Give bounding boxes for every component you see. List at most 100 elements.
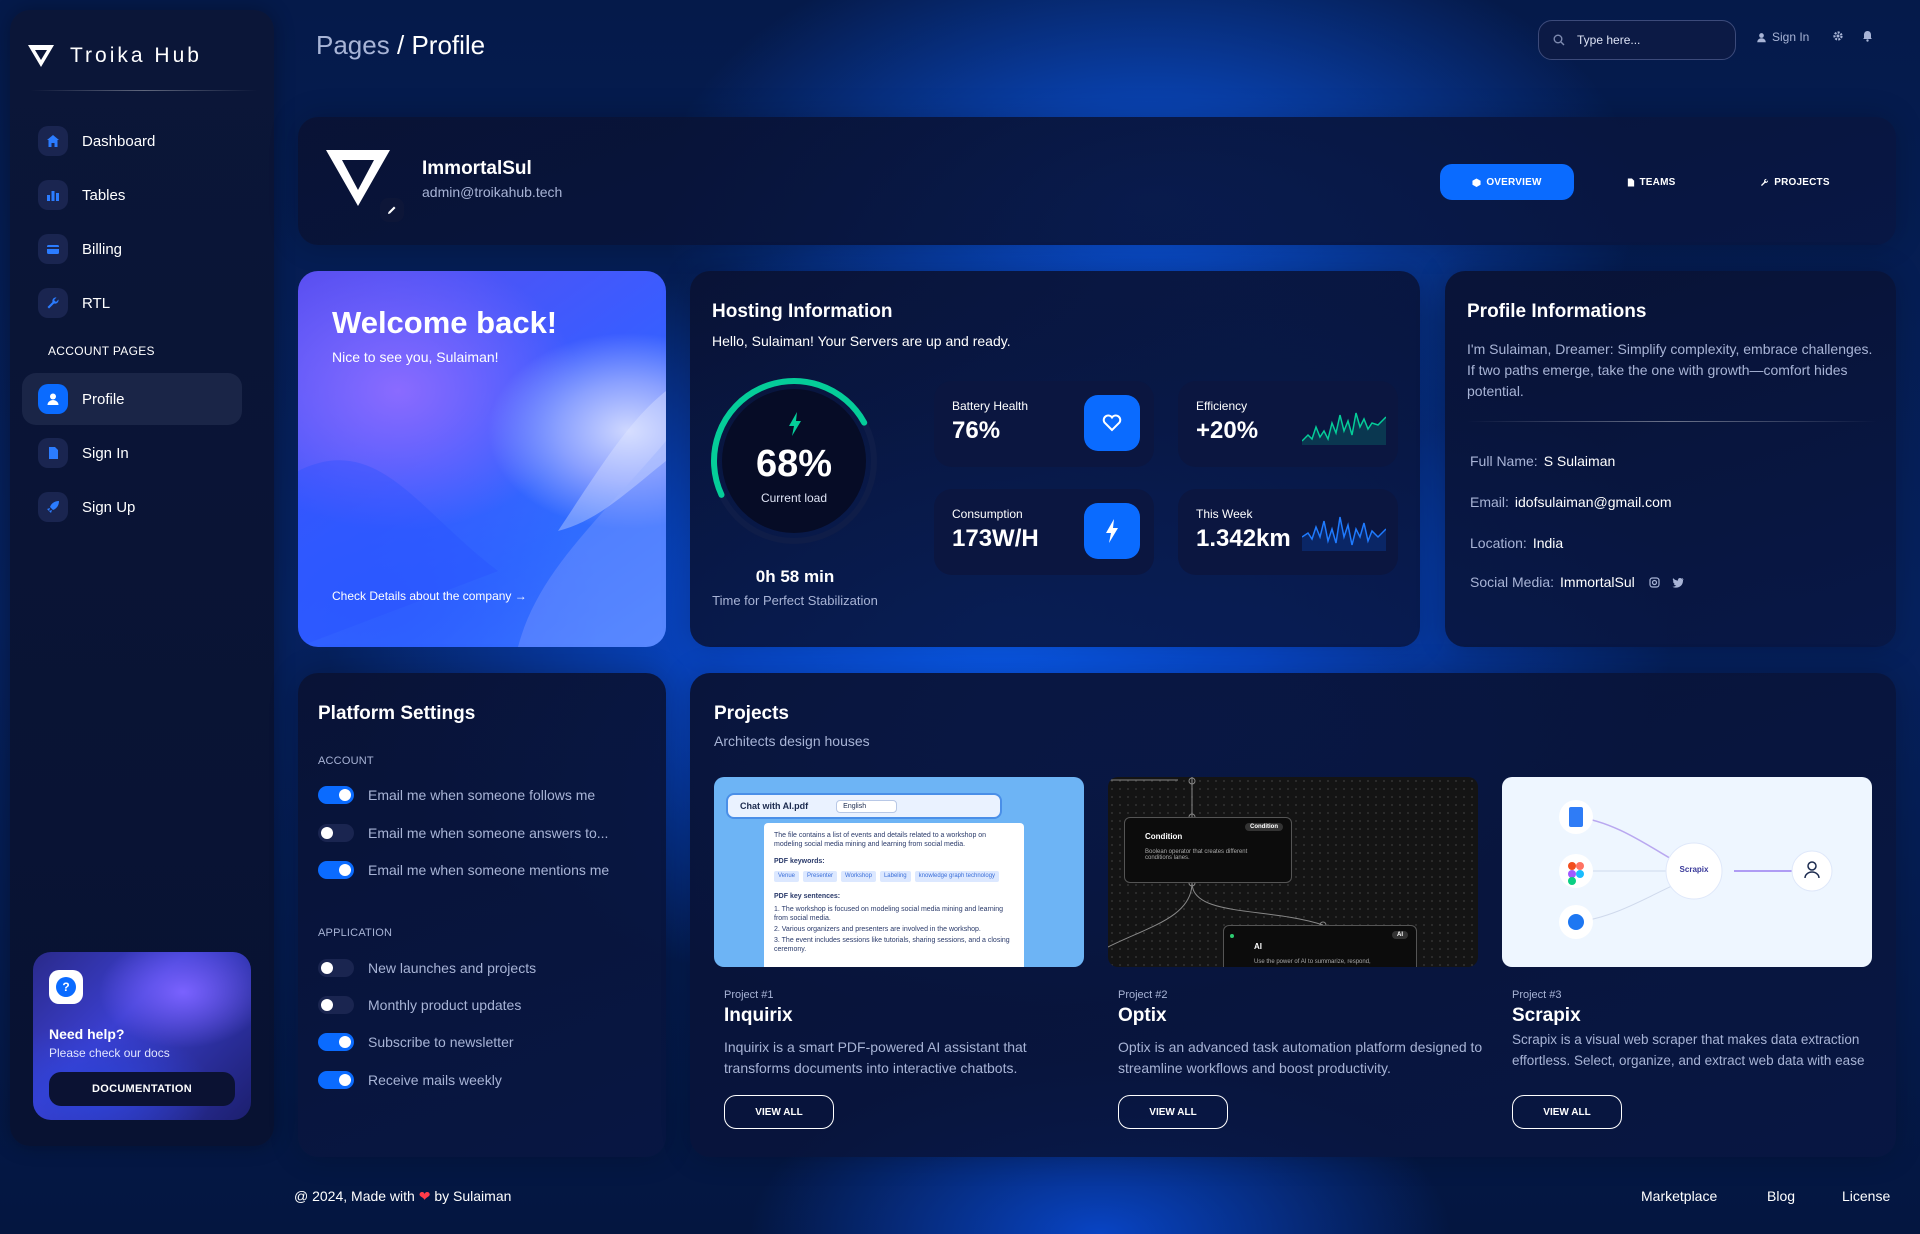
tab-label: PROJECTS [1774,176,1830,188]
scrapix-center-label: Scrapix [1679,865,1709,874]
profile-info-card: Profile Informations I'm Sulaiman, Dream… [1445,271,1896,647]
project-name: Inquirix [724,1005,793,1026]
stat-consumption: Consumption 173W/H [934,489,1154,575]
brand[interactable]: Troika Hub [16,30,256,82]
signin-link[interactable]: Sign In [1756,30,1809,44]
sidebar-divider [30,90,258,91]
toggle-switch[interactable] [318,786,354,804]
toggle-switch[interactable] [318,1033,354,1051]
footer-link-marketplace[interactable]: Marketplace [1641,1188,1717,1204]
info-value: S Sulaiman [1543,453,1616,469]
google-docs-icon [1569,807,1583,827]
toggle-switch[interactable] [318,1071,354,1089]
sidebar-item-billing[interactable]: Billing [22,223,242,275]
bell-icon [1863,31,1872,42]
heart-icon: ❤ [418,1188,431,1204]
node-tag: Condition [1245,823,1283,831]
pdf-summary: The file contains a list of events and d… [774,832,987,848]
project-description: Inquirix is a smart PDF-powered AI assis… [724,1039,1027,1076]
node-title: Condition [1145,832,1183,841]
search-box[interactable] [1538,20,1736,60]
project-thumbnail-inquirix[interactable]: Chat with AI.pdf English The file contai… [714,777,1084,967]
pdf-sentence: 2. Various organizers and presenters are… [774,926,981,933]
stabilization-label: Time for Perfect Stabilization [712,593,878,608]
node-description: Boolean operator that creates different … [1145,849,1248,861]
profile-name: ImmortalSul [422,158,532,179]
sidebar-item-tables[interactable]: Tables [22,169,242,221]
sidebar-item-label: Sign In [82,444,129,462]
documentation-button[interactable]: DOCUMENTATION [49,1072,235,1106]
project-thumbnail-scrapix[interactable]: Scrapix [1502,777,1872,967]
messenger-icon [1568,914,1584,930]
toggle-switch[interactable] [318,861,354,879]
breadcrumb-parent[interactable]: Pages [316,30,390,60]
tab-projects[interactable]: PROJECTS [1728,164,1862,200]
sidebar-item-rtl[interactable]: RTL [22,277,242,329]
footer-link-license[interactable]: License [1842,1188,1890,1204]
rocket-icon [38,492,68,522]
bolt-icon [1084,503,1140,559]
sidebar-item-label: Billing [82,240,123,258]
footer-link-blog[interactable]: Blog [1767,1188,1795,1204]
edit-avatar-button[interactable] [380,198,404,222]
toggle-switch[interactable] [318,996,354,1014]
stat-value: +20% [1196,417,1259,444]
project-thumbnail-optix[interactable]: Condition Condition Boolean operator tha… [1108,777,1478,967]
sidebar-item-label: RTL [82,294,111,312]
cube-icon [1472,177,1481,187]
sidebar-item-signin[interactable]: Sign In [22,427,242,479]
profile-email: admin@troikahub.tech [422,184,563,200]
info-value: India [1532,535,1564,551]
workflow-node-condition: Condition Condition Boolean operator tha… [1124,817,1292,883]
sidebar-item-dashboard[interactable]: Dashboard [22,115,242,167]
section-application-label: APPLICATION [318,927,393,939]
welcome-subtitle: Nice to see you, Sulaiman! [332,349,499,365]
search-input[interactable] [1575,32,1715,48]
settings-button[interactable] [1832,30,1844,42]
brand-title: Troika Hub [70,44,202,67]
project-description: Optix is an advanced task automation pla… [1118,1039,1483,1076]
company-details-link[interactable]: Check Details about the company → [332,589,527,603]
tab-teams[interactable]: TEAMS [1584,164,1718,200]
search-icon [1553,34,1565,46]
view-all-button[interactable]: VIEW ALL [1512,1095,1622,1129]
toggle-label: Email me when someone answers to... [368,825,609,841]
view-all-button[interactable]: VIEW ALL [1118,1095,1228,1129]
tab-label: TEAMS [1639,176,1676,188]
user-icon [1757,32,1766,42]
sidebar-item-label: Sign Up [82,498,136,516]
company-details-link-label: Check Details about the company [332,589,512,603]
pdf-sentence: 3. The event includes sessions like tuto… [774,937,1010,953]
view-all-button[interactable]: VIEW ALL [724,1095,834,1129]
info-value: idofsulaiman@gmail.com [1514,494,1672,510]
stat-value: 173W/H [952,525,1039,552]
hosting-title: Hosting Information [712,301,893,322]
info-row-email: Email: idofsulaiman@gmail.com [1470,494,1672,510]
twitter-icon[interactable] [1672,577,1684,588]
tab-overview[interactable]: OVERVIEW [1440,164,1574,200]
info-value: ImmortalSul [1560,574,1635,590]
toggle-row: Receive mails weekly [318,1071,502,1089]
logo-icon [28,45,54,67]
keyword-tag: Labeling [879,871,911,882]
stat-label: Efficiency [1196,399,1248,413]
profile-info-title: Profile Informations [1467,301,1647,322]
toggle-label: Email me when someone mentions me [368,862,610,878]
stat-value: 76% [952,417,1001,444]
toggle-label: Monthly product updates [368,997,522,1013]
stat-label: Consumption [952,507,1023,521]
project-number: Project #1 [724,989,774,1001]
sidebar-item-signup[interactable]: Sign Up [22,481,242,533]
help-card: ? Need help? Please check our docs DOCUM… [33,952,251,1120]
toggle-switch[interactable] [318,959,354,977]
instagram-icon[interactable] [1649,576,1660,588]
platform-settings-card: Platform Settings ACCOUNT Email me when … [298,673,666,1157]
toggle-row: Email me when someone answers to... [318,824,608,842]
toggle-switch[interactable] [318,824,354,842]
project-number: Project #2 [1118,989,1168,1001]
sidebar-item-label: Tables [82,186,126,204]
info-key: Location: [1470,535,1527,551]
notifications-button[interactable] [1862,30,1873,42]
sidebar-item-profile[interactable]: Profile [22,373,242,425]
keyword-tag: Presenter [803,871,838,882]
